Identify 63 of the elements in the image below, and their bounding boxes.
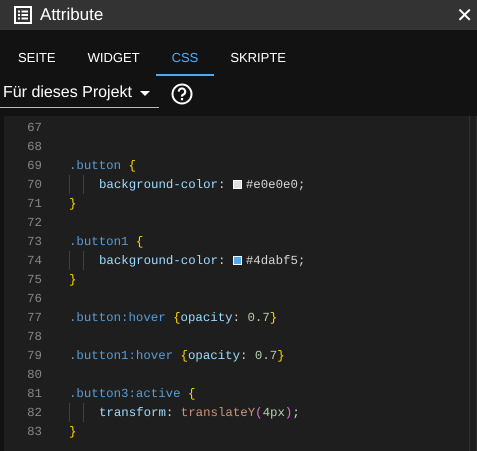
line-number: 68 [26,140,42,154]
css-number: 0.7 [247,310,270,324]
color-swatch[interactable] [232,180,242,189]
line-number: 73 [26,234,42,248]
css-property: background-color [99,178,218,192]
line-number: 72 [26,216,42,230]
css-property: opacity [180,310,233,324]
line-number: 75 [26,272,42,286]
line-number: 82 [26,406,42,420]
css-selector: .button [69,158,122,172]
tab[interactable]: CSS [156,30,214,76]
css-number: 0.7 [254,348,278,362]
list-icon [14,6,32,24]
brace: } [69,196,76,210]
line-number: 80 [26,368,42,382]
colon: : [240,348,248,362]
css-property: background-color [99,254,218,268]
css-selector: .button:hover [69,310,167,324]
help-icon[interactable] [171,83,193,105]
brace: } [69,424,76,438]
colon: : [218,178,226,192]
line-number: 83 [26,424,42,438]
css-selector: .button1:hover [69,348,174,362]
line-number: 81 [26,386,42,400]
tab[interactable]: SEITE [2,30,72,76]
brace: { [188,386,196,400]
css-property: transform [99,406,166,420]
line-number: 70 [26,178,42,192]
brace: } [69,272,76,286]
brace: { [136,234,144,248]
colon: : [166,406,174,420]
css-number: 4px [262,406,285,420]
css-selector: .button3:active [69,386,182,400]
brace: } [270,310,278,324]
line-number: 76 [26,292,42,306]
line-number: 78 [26,330,42,344]
line-number: 77 [26,310,42,324]
css-value: #e0e0e0; [246,178,306,192]
parenthesis: ) [284,406,292,420]
line-number: 69 [26,158,42,172]
css-selector: .button1 [69,234,130,248]
line-number: 67 [26,120,42,134]
brace: { [180,348,188,362]
scope-dropdown[interactable]: Für dieses Projekt [0,80,159,108]
brace: { [173,310,181,324]
close-button[interactable]: ✕ [452,0,477,30]
colon: : [232,310,242,324]
brace: { [128,158,136,172]
css-value: ; [292,406,300,420]
css-value: #4dabf5; [246,254,306,268]
parenthesis: ( [255,406,263,420]
line-number: 74 [26,254,42,268]
window-title: Attribute [40,5,104,25]
css-function: translateY [180,406,256,420]
brace: } [277,348,285,362]
colon: : [218,254,226,268]
css-property: opacity [188,348,240,362]
caret-icon [140,90,150,96]
line-number: 79 [26,348,42,362]
tab[interactable]: WIDGET [72,30,156,76]
color-swatch[interactable] [232,256,242,265]
tab[interactable]: SKRIPTE [214,30,302,76]
line-number: 71 [26,196,42,210]
